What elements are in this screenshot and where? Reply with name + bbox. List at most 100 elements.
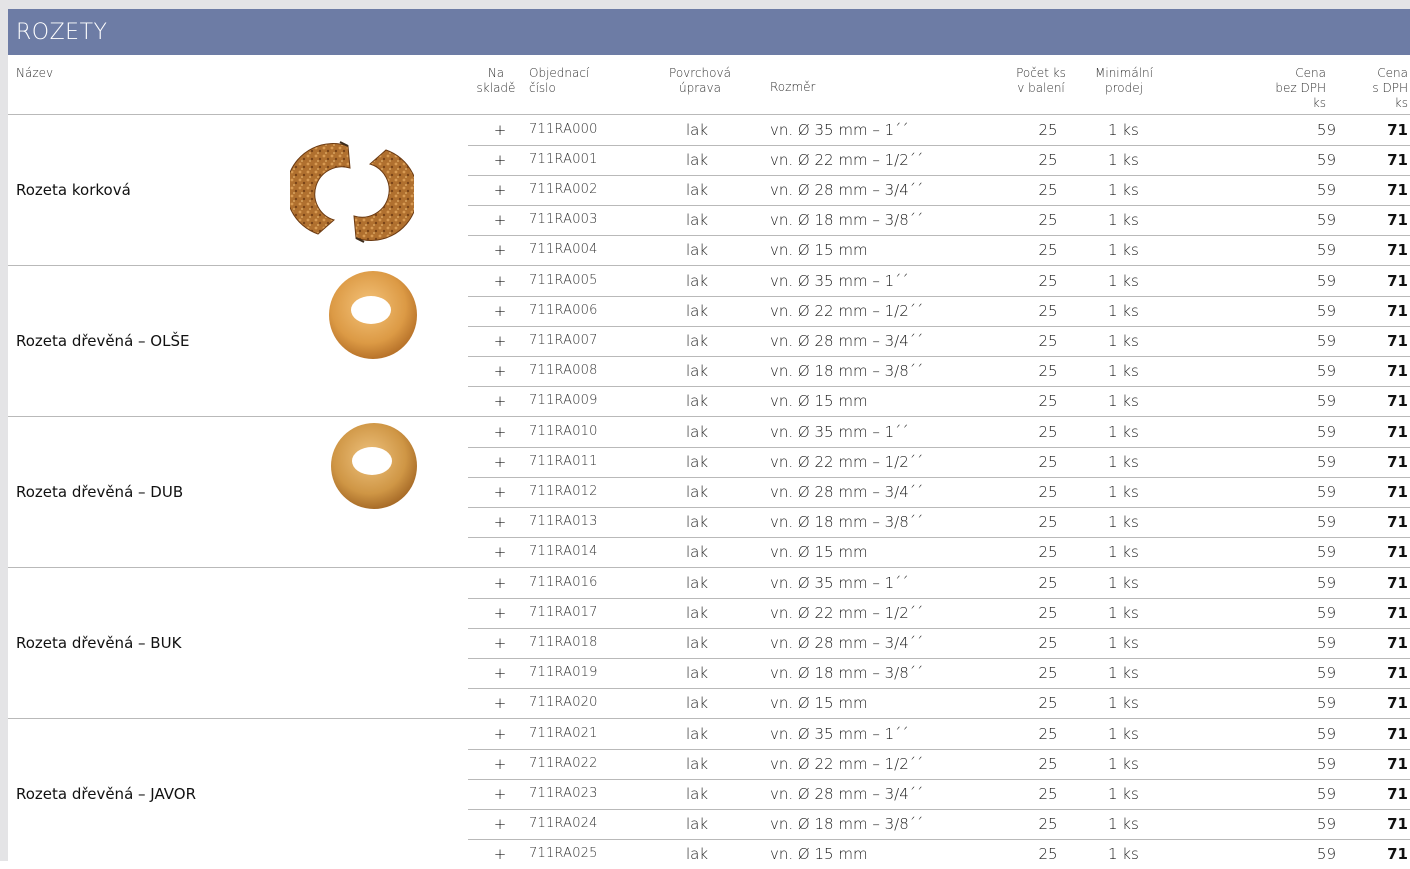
- pack-qty-cell: 25: [1038, 634, 1058, 652]
- min-sale-cell: 1 ks: [1108, 483, 1139, 501]
- header-code: Objednací číslo: [529, 66, 589, 96]
- table-row: +711RA025 lak vn. Ø 15 mm 25 1 ks 59 71: [468, 839, 1410, 869]
- page-frame-left: [0, 0, 8, 861]
- finish-cell: lak: [685, 543, 709, 561]
- order-code-cell: 711RA020: [529, 695, 598, 710]
- finish-cell: lak: [685, 181, 709, 199]
- finish-cell: lak: [685, 272, 709, 290]
- finish-cell: lak: [685, 664, 709, 682]
- size-cell: vn. Ø 22 mm – 1/2´´: [770, 453, 924, 471]
- finish-cell: lak: [685, 151, 709, 169]
- section-title: ROZETY: [16, 20, 108, 45]
- header-price-vat-line1: Cena: [1377, 66, 1408, 80]
- header-size-text: Rozměr: [770, 80, 816, 94]
- table-row: +711RA007 lak vn. Ø 28 mm – 3/4´´ 25 1 ks 59 7…: [468, 326, 1410, 357]
- price-ex-vat-cell: 59: [1316, 664, 1336, 682]
- finish-cell: lak: [685, 211, 709, 229]
- size-cell: vn. Ø 18 mm – 3/8´´: [770, 815, 924, 833]
- size-cell: vn. Ø 15 mm: [770, 845, 868, 863]
- price-inc-vat-cell: 71: [1387, 664, 1408, 682]
- section-title-bar: ROZETY: [8, 9, 1410, 55]
- min-sale-cell: 1 ks: [1108, 362, 1139, 380]
- header-price-line1: Cena: [1295, 66, 1326, 80]
- price-inc-vat-cell: 71: [1387, 694, 1408, 712]
- order-code-cell: 711RA006: [529, 303, 598, 318]
- table-row: +711RA018 lak vn. Ø 28 mm – 3/4´´ 25 1 ks 59 7…: [468, 628, 1410, 659]
- price-inc-vat-cell: 71: [1387, 423, 1408, 441]
- min-sale-cell: 1 ks: [1108, 151, 1139, 169]
- pack-qty-cell: 25: [1038, 845, 1058, 863]
- product-name: Rozeta dřevěná – BUK: [16, 634, 182, 652]
- table-row: +711RA001 lak vn. Ø 22 mm – 1/2´´ 25 1 ks 59 7…: [468, 145, 1410, 176]
- min-sale-cell: 1 ks: [1108, 121, 1139, 139]
- size-cell: vn. Ø 22 mm – 1/2´´: [770, 302, 924, 320]
- header-stock-line2: skladě: [476, 81, 516, 95]
- order-code-cell: 711RA019: [529, 665, 598, 680]
- table-row: +711RA014 lak vn. Ø 15 mm 25 1 ks 59 71: [468, 537, 1410, 567]
- header-pack: Počet ks v balení: [1005, 66, 1077, 96]
- price-inc-vat-cell: 71: [1387, 241, 1408, 259]
- price-inc-vat-cell: 71: [1387, 815, 1408, 833]
- size-cell: vn. Ø 15 mm: [770, 694, 868, 712]
- finish-cell: lak: [685, 241, 709, 259]
- finish-cell: lak: [685, 362, 709, 380]
- pack-qty-cell: 25: [1038, 362, 1058, 380]
- finish-cell: lak: [685, 604, 709, 622]
- min-sale-cell: 1 ks: [1108, 543, 1139, 561]
- table-row: +711RA019 lak vn. Ø 18 mm – 3/8´´ 25 1 ks 59 7…: [468, 658, 1410, 689]
- stock-mark-cell: +: [493, 604, 507, 622]
- stock-mark-cell: +: [493, 725, 507, 743]
- order-code-cell: 711RA005: [529, 273, 598, 288]
- size-cell: vn. Ø 22 mm – 1/2´´: [770, 755, 924, 773]
- order-code-cell: 711RA008: [529, 363, 598, 378]
- header-stock-line1: Na: [487, 66, 505, 80]
- price-ex-vat-cell: 59: [1316, 151, 1336, 169]
- size-cell: vn. Ø 22 mm – 1/2´´: [770, 604, 924, 622]
- min-sale-cell: 1 ks: [1108, 664, 1139, 682]
- size-cell: vn. Ø 35 mm – 1´´: [770, 121, 909, 139]
- size-cell: vn. Ø 18 mm – 3/8´´: [770, 513, 924, 531]
- stock-mark-cell: +: [493, 453, 507, 471]
- stock-mark-cell: +: [493, 272, 507, 290]
- table-row: +711RA013 lak vn. Ø 18 mm – 3/8´´ 25 1 ks 59 7…: [468, 507, 1410, 538]
- order-code-cell: 711RA011: [529, 454, 598, 469]
- min-sale-cell: 1 ks: [1108, 241, 1139, 259]
- header-pack-line1: Počet ks: [1016, 66, 1066, 80]
- min-sale-cell: 1 ks: [1108, 272, 1139, 290]
- pack-qty-cell: 25: [1038, 392, 1058, 410]
- order-code-cell: 711RA013: [529, 514, 598, 529]
- header-price-line2: bez DPH: [1275, 81, 1326, 95]
- stock-mark-cell: +: [493, 694, 507, 712]
- price-inc-vat-cell: 71: [1387, 453, 1408, 471]
- finish-cell: lak: [685, 574, 709, 592]
- pack-qty-cell: 25: [1038, 151, 1058, 169]
- min-sale-cell: 1 ks: [1108, 392, 1139, 410]
- price-ex-vat-cell: 59: [1316, 725, 1336, 743]
- page-frame-top: [0, 0, 1410, 9]
- price-ex-vat-cell: 59: [1316, 513, 1336, 531]
- stock-mark-cell: +: [493, 302, 507, 320]
- header-name-text: Název: [16, 66, 54, 80]
- min-sale-cell: 1 ks: [1108, 604, 1139, 622]
- price-inc-vat-cell: 71: [1387, 543, 1408, 561]
- price-ex-vat-cell: 59: [1316, 543, 1336, 561]
- min-sale-cell: 1 ks: [1108, 423, 1139, 441]
- stock-mark-cell: +: [493, 211, 507, 229]
- price-inc-vat-cell: 71: [1387, 483, 1408, 501]
- finish-cell: lak: [685, 815, 709, 833]
- price-inc-vat-cell: 71: [1387, 272, 1408, 290]
- price-inc-vat-cell: 71: [1387, 392, 1408, 410]
- table-row: +711RA016 lak vn. Ø 35 mm – 1´´ 25 1 ks 59 71: [468, 568, 1410, 599]
- finish-cell: lak: [685, 483, 709, 501]
- table-row: +711RA010 lak vn. Ø 35 mm – 1´´ 25 1 ks 59 71: [468, 417, 1410, 448]
- min-sale-cell: 1 ks: [1108, 453, 1139, 471]
- pack-qty-cell: 25: [1038, 785, 1058, 803]
- table-row: +711RA002 lak vn. Ø 28 mm – 3/4´´ 25 1 ks 59 7…: [468, 175, 1410, 206]
- size-cell: vn. Ø 35 mm – 1´´: [770, 272, 909, 290]
- size-cell: vn. Ø 18 mm – 3/8´´: [770, 664, 924, 682]
- table-row: +711RA005 lak vn. Ø 35 mm – 1´´ 25 1 ks 59 71: [468, 266, 1410, 297]
- min-sale-cell: 1 ks: [1108, 845, 1139, 863]
- oak-rosette-image: [331, 423, 417, 509]
- stock-mark-cell: +: [493, 755, 507, 773]
- product-group: Rozeta dřevěná – DUB +711RA010 lak vn. Ø 35…: [8, 416, 1410, 567]
